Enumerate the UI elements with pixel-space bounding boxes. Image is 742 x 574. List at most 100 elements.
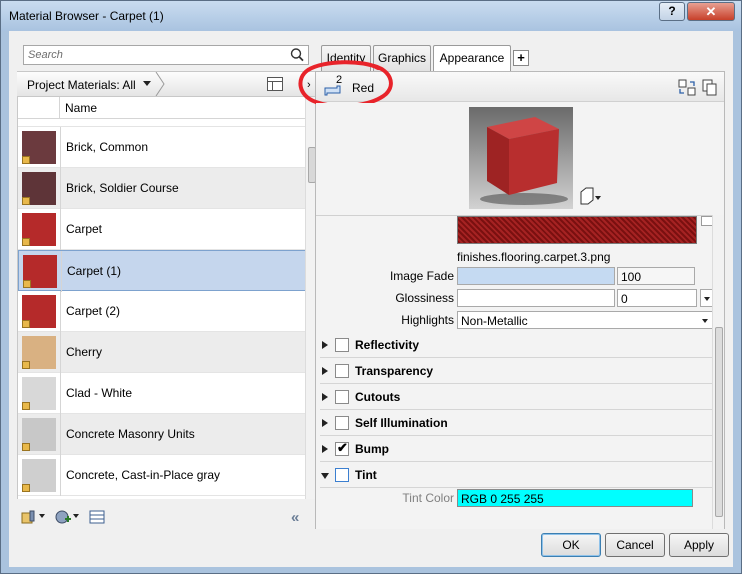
column-divider	[60, 455, 61, 496]
glossiness-dropdown[interactable]	[700, 289, 712, 307]
material-library-pane: Search Project Materials: All Name Brick…	[17, 39, 317, 529]
expand-right-icon[interactable]	[322, 367, 328, 375]
chevron-down-icon[interactable]	[73, 514, 79, 518]
appearance-properties: finishes.flooring.carpet.3.png Image Fad…	[316, 215, 712, 529]
name-column-header[interactable]: Name	[65, 101, 97, 115]
expand-right-icon[interactable]	[322, 445, 328, 453]
highlights-label: Highlights	[401, 313, 454, 327]
list-item[interactable]: Carpet	[18, 209, 305, 250]
image-texture-swatch[interactable]	[457, 216, 697, 244]
material-thumbnail	[22, 131, 56, 164]
column-divider	[60, 414, 61, 455]
section-checkbox[interactable]	[335, 416, 349, 430]
section-checkbox[interactable]: ✔	[335, 440, 349, 456]
image-fade-value[interactable]: 100	[617, 267, 695, 285]
image-fade-slider[interactable]	[457, 267, 615, 285]
material-preview-image	[469, 107, 573, 209]
list-item[interactable]: Cherry	[18, 332, 305, 373]
column-divider	[60, 373, 61, 414]
section-reflectivity[interactable]: Reflectivity	[320, 334, 712, 358]
asset-browser-icon[interactable]	[89, 509, 105, 525]
view-options-icon[interactable]	[267, 77, 283, 91]
library-manager-icon[interactable]	[21, 509, 37, 525]
tint-color-label: Tint Color	[402, 491, 454, 505]
section-transparency[interactable]: Transparency	[320, 360, 712, 384]
material-browser-window: Material Browser - Carpet (1) ? ✕ Search…	[0, 0, 742, 574]
hand-pointer-icon	[324, 85, 341, 96]
cancel-button[interactable]: Cancel	[605, 533, 665, 557]
properties-scrollbar[interactable]	[712, 215, 724, 529]
section-self-illumination[interactable]: Self Illumination	[320, 412, 712, 436]
material-badge-icon	[22, 238, 30, 246]
glossiness-value[interactable]: 0	[617, 289, 697, 307]
scrollbar-thumb[interactable]	[715, 327, 723, 517]
glossiness-row: Glossiness 0	[316, 288, 712, 308]
section-checkbox[interactable]	[335, 364, 349, 378]
column-divider	[60, 168, 61, 209]
list-item[interactable]: Carpet (2)	[18, 291, 305, 332]
highlights-select[interactable]: Non-Metallic	[457, 311, 712, 329]
chevron-down-icon[interactable]	[39, 514, 45, 518]
glossiness-slider[interactable]	[457, 289, 615, 307]
material-thumbnail	[22, 377, 56, 410]
list-item[interactable]: Clad - White	[18, 373, 305, 414]
library-toolbar: «	[17, 505, 315, 529]
texture-edit-box[interactable]	[701, 216, 712, 226]
duplicate-asset-icon[interactable]	[702, 79, 718, 96]
material-name: Carpet	[66, 222, 103, 236]
expand-down-icon[interactable]	[321, 473, 329, 479]
image-fade-label: Image Fade	[389, 269, 454, 283]
material-list: Name Brick, Common Brick, Soldier Course C…	[17, 97, 305, 499]
preview-shape-dropdown-icon[interactable]	[578, 187, 602, 205]
material-badge-icon	[22, 156, 30, 164]
chevron-down-icon[interactable]	[143, 81, 151, 86]
section-label: Cutouts	[355, 390, 401, 404]
add-asset-button[interactable]: +	[513, 50, 529, 66]
list-item[interactable]: Carpet (1)	[18, 250, 305, 292]
checkmark-icon: ✔	[337, 440, 348, 455]
apply-button[interactable]: Apply	[669, 533, 729, 557]
material-name: Brick, Common	[66, 140, 149, 154]
section-cutouts[interactable]: Cutouts	[320, 386, 712, 410]
appearance-editor: 2 Red finishes.flooring.carpet.3.png Ima…	[298, 60, 725, 529]
title-bar[interactable]: Material Browser - Carpet (1) ? ✕	[1, 1, 741, 31]
create-material-icon[interactable]	[55, 509, 71, 525]
material-badge-icon	[22, 361, 30, 369]
carpet-cube-render	[480, 117, 568, 205]
highlights-row: Highlights Non-Metallic	[316, 310, 712, 330]
expand-right-icon[interactable]	[322, 393, 328, 401]
tab-appearance[interactable]: Appearance	[433, 45, 511, 72]
list-item[interactable]: Brick, Soldier Course	[18, 168, 305, 209]
thumbnail-column-header	[18, 97, 60, 119]
asset-usage-count: 2	[336, 74, 343, 86]
close-button[interactable]: ✕	[687, 2, 735, 21]
material-thumbnail	[22, 172, 56, 205]
section-checkbox[interactable]	[335, 390, 349, 404]
list-item[interactable]: Concrete, Cast-in-Place gray	[18, 455, 305, 496]
image-filename[interactable]: finishes.flooring.carpet.3.png	[457, 250, 610, 264]
material-badge-icon	[22, 484, 30, 492]
list-item[interactable]: Brick, Common	[18, 127, 305, 168]
material-name: Carpet (2)	[66, 304, 121, 318]
expand-right-icon[interactable]	[322, 341, 328, 349]
asset-name: Red	[352, 81, 375, 95]
ok-button[interactable]: OK	[541, 533, 601, 557]
tint-color-swatch[interactable]: RGB 0 255 255	[457, 489, 693, 507]
collapse-library-icon[interactable]: «	[291, 509, 299, 526]
image-fade-row: Image Fade 100	[316, 266, 712, 286]
material-thumbnail	[22, 295, 56, 328]
dialog-client: Search Project Materials: All Name Brick…	[9, 31, 733, 567]
section-bump[interactable]: ✔ Bump	[320, 438, 712, 462]
search-input[interactable]: Search	[23, 45, 309, 65]
section-tint[interactable]: Tint	[320, 464, 712, 488]
material-name: Carpet (1)	[67, 264, 122, 278]
list-item[interactable]: Concrete Masonry Units	[18, 414, 305, 455]
material-thumbnail	[22, 213, 56, 246]
asset-bar: 2 Red	[298, 60, 724, 109]
help-button[interactable]: ?	[659, 2, 685, 21]
section-checkbox[interactable]	[335, 338, 349, 352]
project-materials-filter[interactable]: Project Materials: All	[27, 78, 136, 92]
expand-right-icon[interactable]	[322, 419, 328, 427]
replace-asset-icon[interactable]	[678, 79, 696, 96]
section-checkbox[interactable]	[335, 468, 349, 482]
